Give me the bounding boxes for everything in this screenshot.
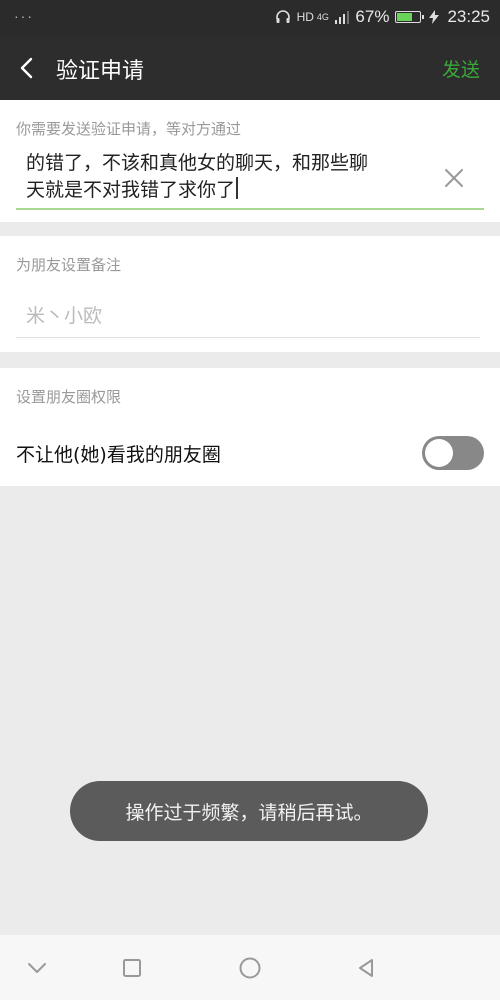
remark-field[interactable]	[16, 294, 480, 338]
chevron-left-icon	[20, 57, 33, 79]
chevron-down-icon	[28, 963, 46, 973]
toast-text: 操作过于频繁，请稍后再试。	[125, 801, 373, 824]
signal-icon	[334, 10, 350, 24]
send-button[interactable]: 发送	[442, 55, 480, 82]
recents-button[interactable]	[117, 953, 147, 983]
verification-message-field[interactable]: 的错了，不该和真他女的聊天，和那些聊 天就是不对我错了求你了	[16, 152, 484, 210]
battery-percent: 67%	[355, 7, 390, 26]
toggle-knob	[425, 439, 453, 467]
verification-section: 你需要发送验证申请，等对方通过 的错了，不该和真他女的聊天，和那些聊 天就是不对…	[0, 100, 500, 222]
title-bar: 验证申请 发送	[0, 36, 500, 100]
nav-back-button[interactable]	[351, 953, 381, 983]
battery-fill	[397, 13, 412, 21]
back-button[interactable]	[12, 52, 44, 84]
remark-hint: 为朋友设置备注	[16, 256, 122, 274]
square-icon	[123, 959, 141, 977]
status-bar: ··· HD 4G 67% 23:25	[0, 0, 500, 36]
triangle-back-icon	[359, 959, 373, 977]
clock: 23:25	[447, 7, 490, 26]
battery-icon	[395, 11, 425, 23]
navigation-bar	[0, 935, 500, 1000]
moments-hint: 设置朋友圈权限	[16, 388, 122, 406]
message-line-last: 天就是不对我错了求你了	[26, 179, 236, 201]
hide-moments-label: 不让他(她)看我的朋友圈	[16, 444, 221, 466]
circle-icon	[239, 957, 261, 979]
charging-icon	[429, 10, 440, 24]
headset-icon	[275, 10, 290, 23]
network-label: 4G	[316, 12, 329, 22]
status-icons: HD 4G 67% 23:25	[275, 6, 490, 28]
verification-message-text[interactable]: 的错了，不该和真他女的聊天，和那些聊 天就是不对我错了求你了	[26, 152, 426, 204]
remark-input[interactable]	[24, 300, 468, 332]
home-button[interactable]	[235, 953, 265, 983]
close-icon	[445, 169, 463, 187]
page-title: 验证申请	[56, 59, 145, 84]
notification-dots: ···	[14, 8, 34, 24]
remark-section: 为朋友设置备注	[0, 236, 500, 352]
hide-nav-button[interactable]	[22, 953, 52, 983]
toast-message: 操作过于频繁，请稍后再试。	[70, 781, 428, 841]
message-line-partial: 的错了，不该和真他女的聊天，和那些聊	[26, 152, 369, 174]
text-caret	[236, 177, 238, 199]
clear-message-button[interactable]	[442, 166, 466, 190]
hd-label: HD	[296, 10, 314, 24]
moments-section: 设置朋友圈权限 不让他(她)看我的朋友圈	[0, 368, 500, 486]
hide-moments-toggle[interactable]	[422, 436, 484, 470]
verification-hint: 你需要发送验证申请，等对方通过	[16, 120, 242, 138]
